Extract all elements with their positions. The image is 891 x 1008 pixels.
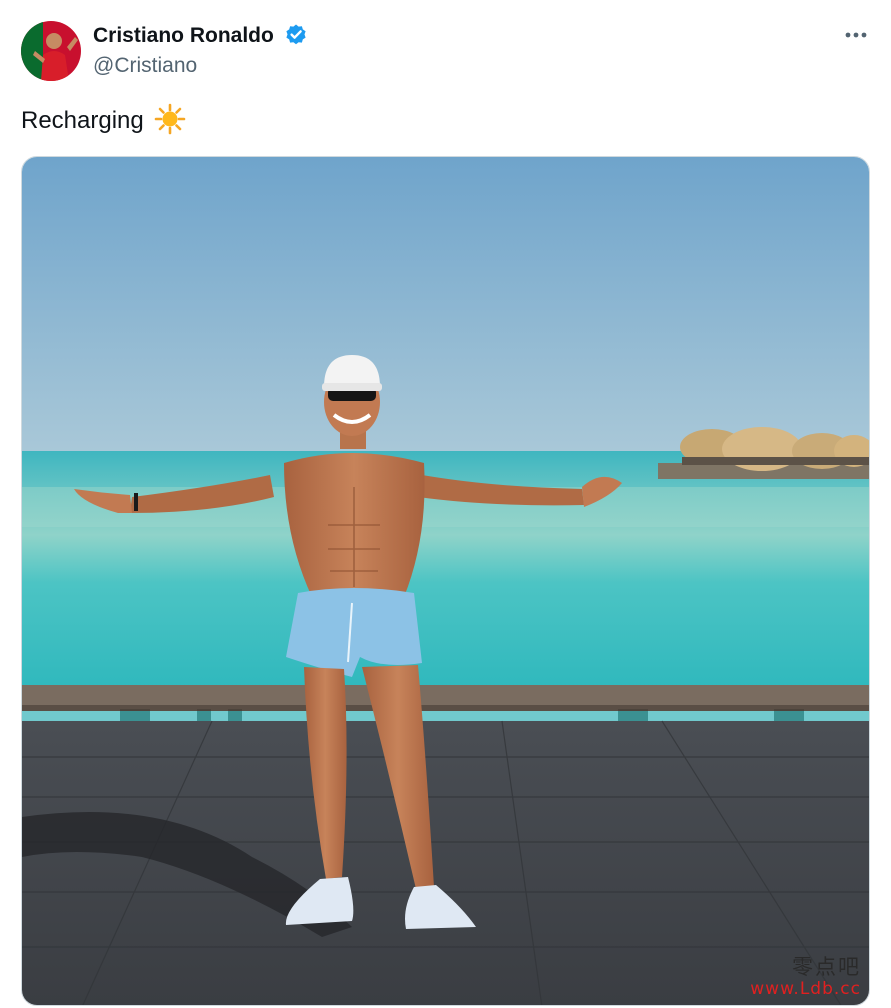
more-options-icon (845, 32, 867, 38)
author-name[interactable]: Cristiano Ronaldo (93, 24, 274, 47)
tweet-text: Recharging (21, 102, 187, 138)
tweet-text-content: Recharging (21, 107, 144, 134)
author-name-row[interactable]: Cristiano Ronaldo (93, 22, 308, 50)
more-options-button[interactable] (836, 22, 876, 50)
author-handle[interactable]: @Cristiano (93, 52, 197, 80)
sun-icon (153, 102, 187, 136)
verified-badge-icon (284, 23, 308, 47)
tweet-photo[interactable]: 零点吧 www.Ldb.cc (21, 156, 870, 1006)
pier-railing (22, 685, 869, 721)
author-avatar[interactable] (21, 21, 81, 81)
beach-pier-photo (22, 157, 869, 1005)
